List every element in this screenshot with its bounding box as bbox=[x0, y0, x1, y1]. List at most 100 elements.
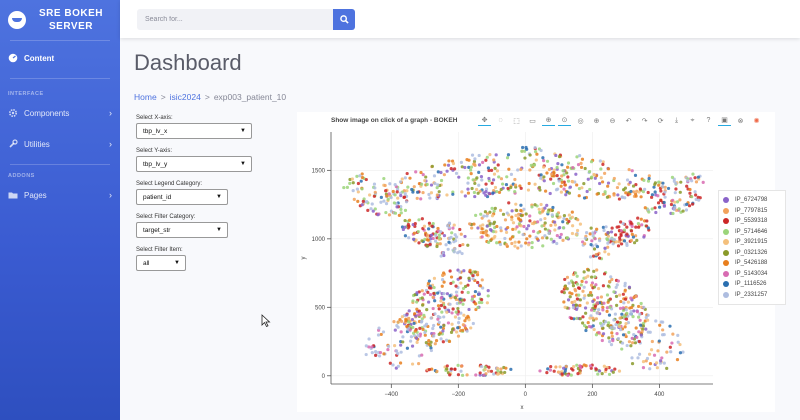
scatter-point bbox=[431, 326, 435, 331]
scatter-point bbox=[676, 333, 680, 337]
scatter-point bbox=[515, 208, 519, 213]
brand-line-1: SRE BOKEH bbox=[39, 8, 103, 19]
scatter-point bbox=[637, 315, 641, 319]
scatter-point bbox=[633, 173, 638, 178]
scatter-point bbox=[623, 284, 627, 288]
scatter-point bbox=[539, 173, 543, 177]
breadcrumb-project[interactable]: isic2024 bbox=[170, 92, 201, 102]
filter-item-select[interactable]: all ▼ bbox=[136, 255, 186, 271]
search-input[interactable] bbox=[137, 8, 333, 30]
scatter-point bbox=[532, 163, 537, 167]
scatter-point bbox=[463, 165, 467, 170]
scatter-point bbox=[439, 303, 443, 308]
scatter-point bbox=[510, 218, 514, 222]
scatter-point bbox=[504, 182, 509, 187]
scatter-point bbox=[514, 213, 518, 218]
scatter-point bbox=[646, 190, 650, 195]
scatter-point bbox=[434, 233, 438, 238]
legend-item[interactable]: IP_1116526 bbox=[723, 279, 781, 290]
scatter-point bbox=[488, 228, 493, 232]
legend-item[interactable]: IP_2331257 bbox=[723, 290, 781, 301]
scatter-point bbox=[449, 275, 454, 279]
scatter-point bbox=[519, 208, 523, 213]
scatter-point bbox=[637, 339, 641, 344]
scatter-point bbox=[396, 351, 400, 356]
scatter-point bbox=[427, 368, 432, 372]
scatter-point bbox=[407, 224, 411, 229]
scatter-point bbox=[665, 350, 669, 354]
legend-item[interactable]: IP_7797815 bbox=[723, 206, 781, 217]
scatter-point bbox=[456, 373, 461, 377]
scatter-point bbox=[398, 361, 403, 365]
scatter-point bbox=[448, 269, 452, 273]
scatter-point bbox=[453, 167, 457, 171]
scatter-point bbox=[509, 185, 513, 190]
sidebar-item-pages[interactable]: Pages › bbox=[0, 181, 120, 209]
scatter-point bbox=[441, 340, 445, 344]
scatter-point bbox=[694, 180, 699, 184]
scatter-point bbox=[636, 225, 641, 229]
scatter-point bbox=[625, 343, 629, 348]
scatter-point bbox=[441, 329, 445, 333]
scatter-point bbox=[479, 212, 483, 216]
scatter-point bbox=[438, 242, 442, 246]
legend-category-select[interactable]: patient_id ▼ bbox=[136, 189, 228, 205]
brand[interactable]: SRE BOKEH SERVER bbox=[0, 0, 120, 40]
scatter-point bbox=[537, 207, 541, 211]
scatter-point bbox=[619, 242, 624, 246]
legend-item[interactable]: IP_5143034 bbox=[723, 269, 781, 280]
scatter-point bbox=[402, 195, 407, 199]
scatter-point bbox=[432, 285, 436, 290]
scatter-point bbox=[468, 268, 472, 272]
scatter-point bbox=[514, 202, 518, 206]
search-button[interactable] bbox=[333, 8, 355, 30]
scatter-point bbox=[587, 324, 592, 329]
legend-item[interactable]: IP_3921915 bbox=[723, 237, 781, 248]
legend-item[interactable]: IP_6724798 bbox=[723, 195, 781, 206]
sidebar-item-utilities[interactable]: Utilities › bbox=[0, 130, 120, 158]
scatter-point bbox=[606, 184, 610, 188]
filter-category-select[interactable]: target_str ▼ bbox=[136, 222, 228, 238]
legend-item[interactable]: IP_5714646 bbox=[723, 227, 781, 238]
scatter-point bbox=[399, 319, 404, 323]
scatter-point bbox=[432, 174, 437, 178]
y-axis-select[interactable]: tbp_lv_y ▼ bbox=[136, 156, 252, 172]
scatter-point bbox=[488, 153, 492, 157]
scatter-point bbox=[492, 158, 496, 162]
breadcrumb-current: exp003_patient_10 bbox=[213, 92, 287, 102]
scatter-point bbox=[607, 339, 612, 344]
legend-item[interactable]: IP_5426188 bbox=[723, 258, 781, 269]
scatter-point bbox=[422, 292, 426, 296]
sidebar-item-components[interactable]: Components › bbox=[0, 99, 120, 127]
breadcrumb-home[interactable]: Home bbox=[134, 92, 157, 102]
scatter-point bbox=[607, 336, 611, 340]
scatter-point bbox=[492, 220, 497, 224]
scatter-point bbox=[614, 294, 619, 298]
scatter-point bbox=[466, 176, 470, 180]
scatter-point bbox=[665, 366, 669, 371]
legend-item[interactable]: IP_5539318 bbox=[723, 216, 781, 227]
scatter-point bbox=[463, 194, 467, 198]
scatter-point bbox=[657, 205, 662, 209]
scatter-point bbox=[443, 163, 447, 167]
scatter-point bbox=[355, 174, 359, 178]
scatter-point bbox=[351, 189, 355, 193]
scatter-point bbox=[439, 299, 443, 303]
scatter-point bbox=[625, 311, 629, 315]
scatter-point bbox=[461, 323, 465, 327]
scatter-point bbox=[513, 177, 517, 182]
scatter-point bbox=[574, 172, 578, 176]
scatter-point bbox=[566, 179, 571, 183]
sidebar-item-content[interactable]: Content bbox=[0, 44, 120, 72]
x-axis-select[interactable]: tbp_lv_x ▼ bbox=[136, 123, 252, 139]
legend-item[interactable]: IP_0321326 bbox=[723, 248, 781, 259]
scatter-point bbox=[451, 327, 455, 331]
scatter-chart[interactable]: −400 −200 0 200 400 0 500 1000 1500 x y bbox=[297, 112, 775, 412]
chart-legend[interactable]: IP_6724798 IP_7797815 IP_5539318 IP_5714646… bbox=[718, 190, 786, 305]
search-icon bbox=[339, 14, 349, 24]
scatter-point bbox=[465, 373, 469, 377]
scatter-point bbox=[437, 332, 441, 336]
scatter-point bbox=[547, 167, 551, 172]
scatter-point bbox=[403, 234, 408, 238]
x-tick-label: 200 bbox=[587, 392, 598, 398]
